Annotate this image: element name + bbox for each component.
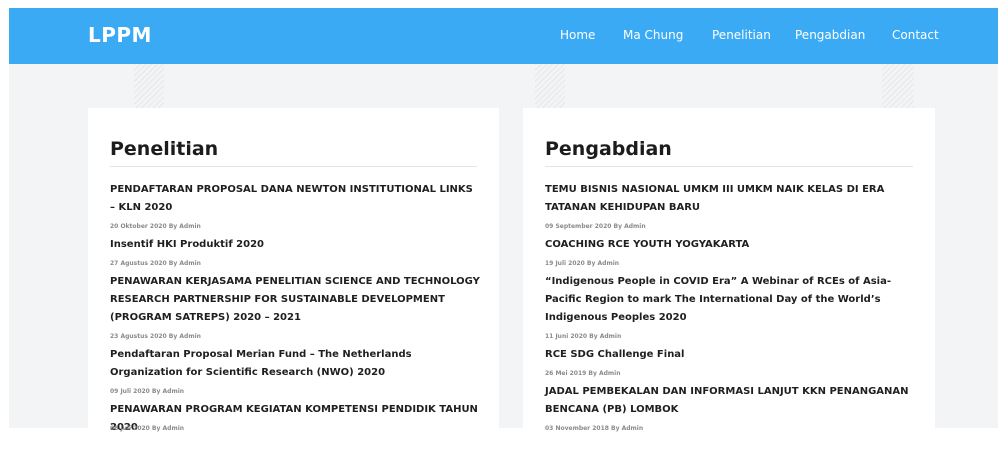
pengabdian-post-title[interactable]: JADAL PEMBEKALAN DAN INFORMASI LANJUT KK… (545, 383, 915, 419)
pengabdian-post-title[interactable]: TEMU BISNIS NASIONAL UMKM III UMKM NAIK … (545, 181, 915, 217)
pengabdian-post-meta: 11 Juni 2020 By Admin (545, 333, 622, 340)
nav-penelitian[interactable]: Penelitian (712, 28, 771, 42)
penelitian-post-title[interactable]: PENDAFTARAN PROPOSAL DANA NEWTON INSTITU… (110, 181, 480, 217)
penelitian-divider (110, 166, 477, 167)
penelitian-post-meta: 20 Oktober 2020 By Admin (110, 223, 201, 230)
hatch-decoration-center (535, 64, 565, 108)
pengabdian-post-title[interactable]: RCE SDG Challenge Final (545, 346, 915, 364)
penelitian-post-meta: 23 Agustus 2020 By Admin (110, 333, 201, 340)
pengabdian-title: Pengabdian (545, 138, 672, 160)
nav-pengabdian[interactable]: Pengabdian (795, 28, 865, 42)
nav-ma-chung[interactable]: Ma Chung (623, 28, 683, 42)
pengabdian-divider (545, 166, 913, 167)
top-navbar: LPPM Home Ma Chung Penelitian Pengabdian… (9, 8, 998, 64)
pengabdian-post-title[interactable]: COACHING RCE YOUTH YOGYAKARTA (545, 236, 915, 254)
penelitian-post-title[interactable]: Insentif HKI Produktif 2020 (110, 236, 480, 254)
penelitian-post-meta: 09 Juli 2020 By Admin (110, 388, 185, 395)
nav-home[interactable]: Home (560, 28, 595, 42)
penelitian-title: Penelitian (110, 138, 219, 160)
hatch-decoration-left (134, 64, 164, 108)
pengabdian-post-meta: 03 November 2018 By Admin (545, 425, 644, 432)
nav-contact[interactable]: Contact (892, 28, 939, 42)
pengabdian-post-title[interactable]: “Indigenous People in COVID Era” A Webin… (545, 273, 920, 327)
penelitian-post-title[interactable]: PENAWARAN KERJASAMA PENELITIAN SCIENCE A… (110, 273, 480, 327)
pengabdian-post-meta: 09 September 2020 By Admin (545, 223, 646, 230)
pengabdian-post-meta: 26 Mei 2019 By Admin (545, 370, 621, 377)
penelitian-post-meta: 08 Juli 2020 By Admin (110, 425, 185, 432)
pengabdian-card: Pengabdian TEMU BISNIS NASIONAL UMKM III… (523, 108, 935, 466)
pengabdian-post-meta: 19 Juli 2020 By Admin (545, 260, 620, 267)
penelitian-post-meta: 27 Agustus 2020 By Admin (110, 260, 201, 267)
penelitian-post-title[interactable]: Pendaftaran Proposal Merian Fund – The N… (110, 346, 480, 382)
brand-logo[interactable]: LPPM (88, 23, 152, 47)
hatch-decoration-right (882, 64, 914, 108)
penelitian-card: Penelitian PENDAFTARAN PROPOSAL DANA NEW… (88, 108, 499, 466)
